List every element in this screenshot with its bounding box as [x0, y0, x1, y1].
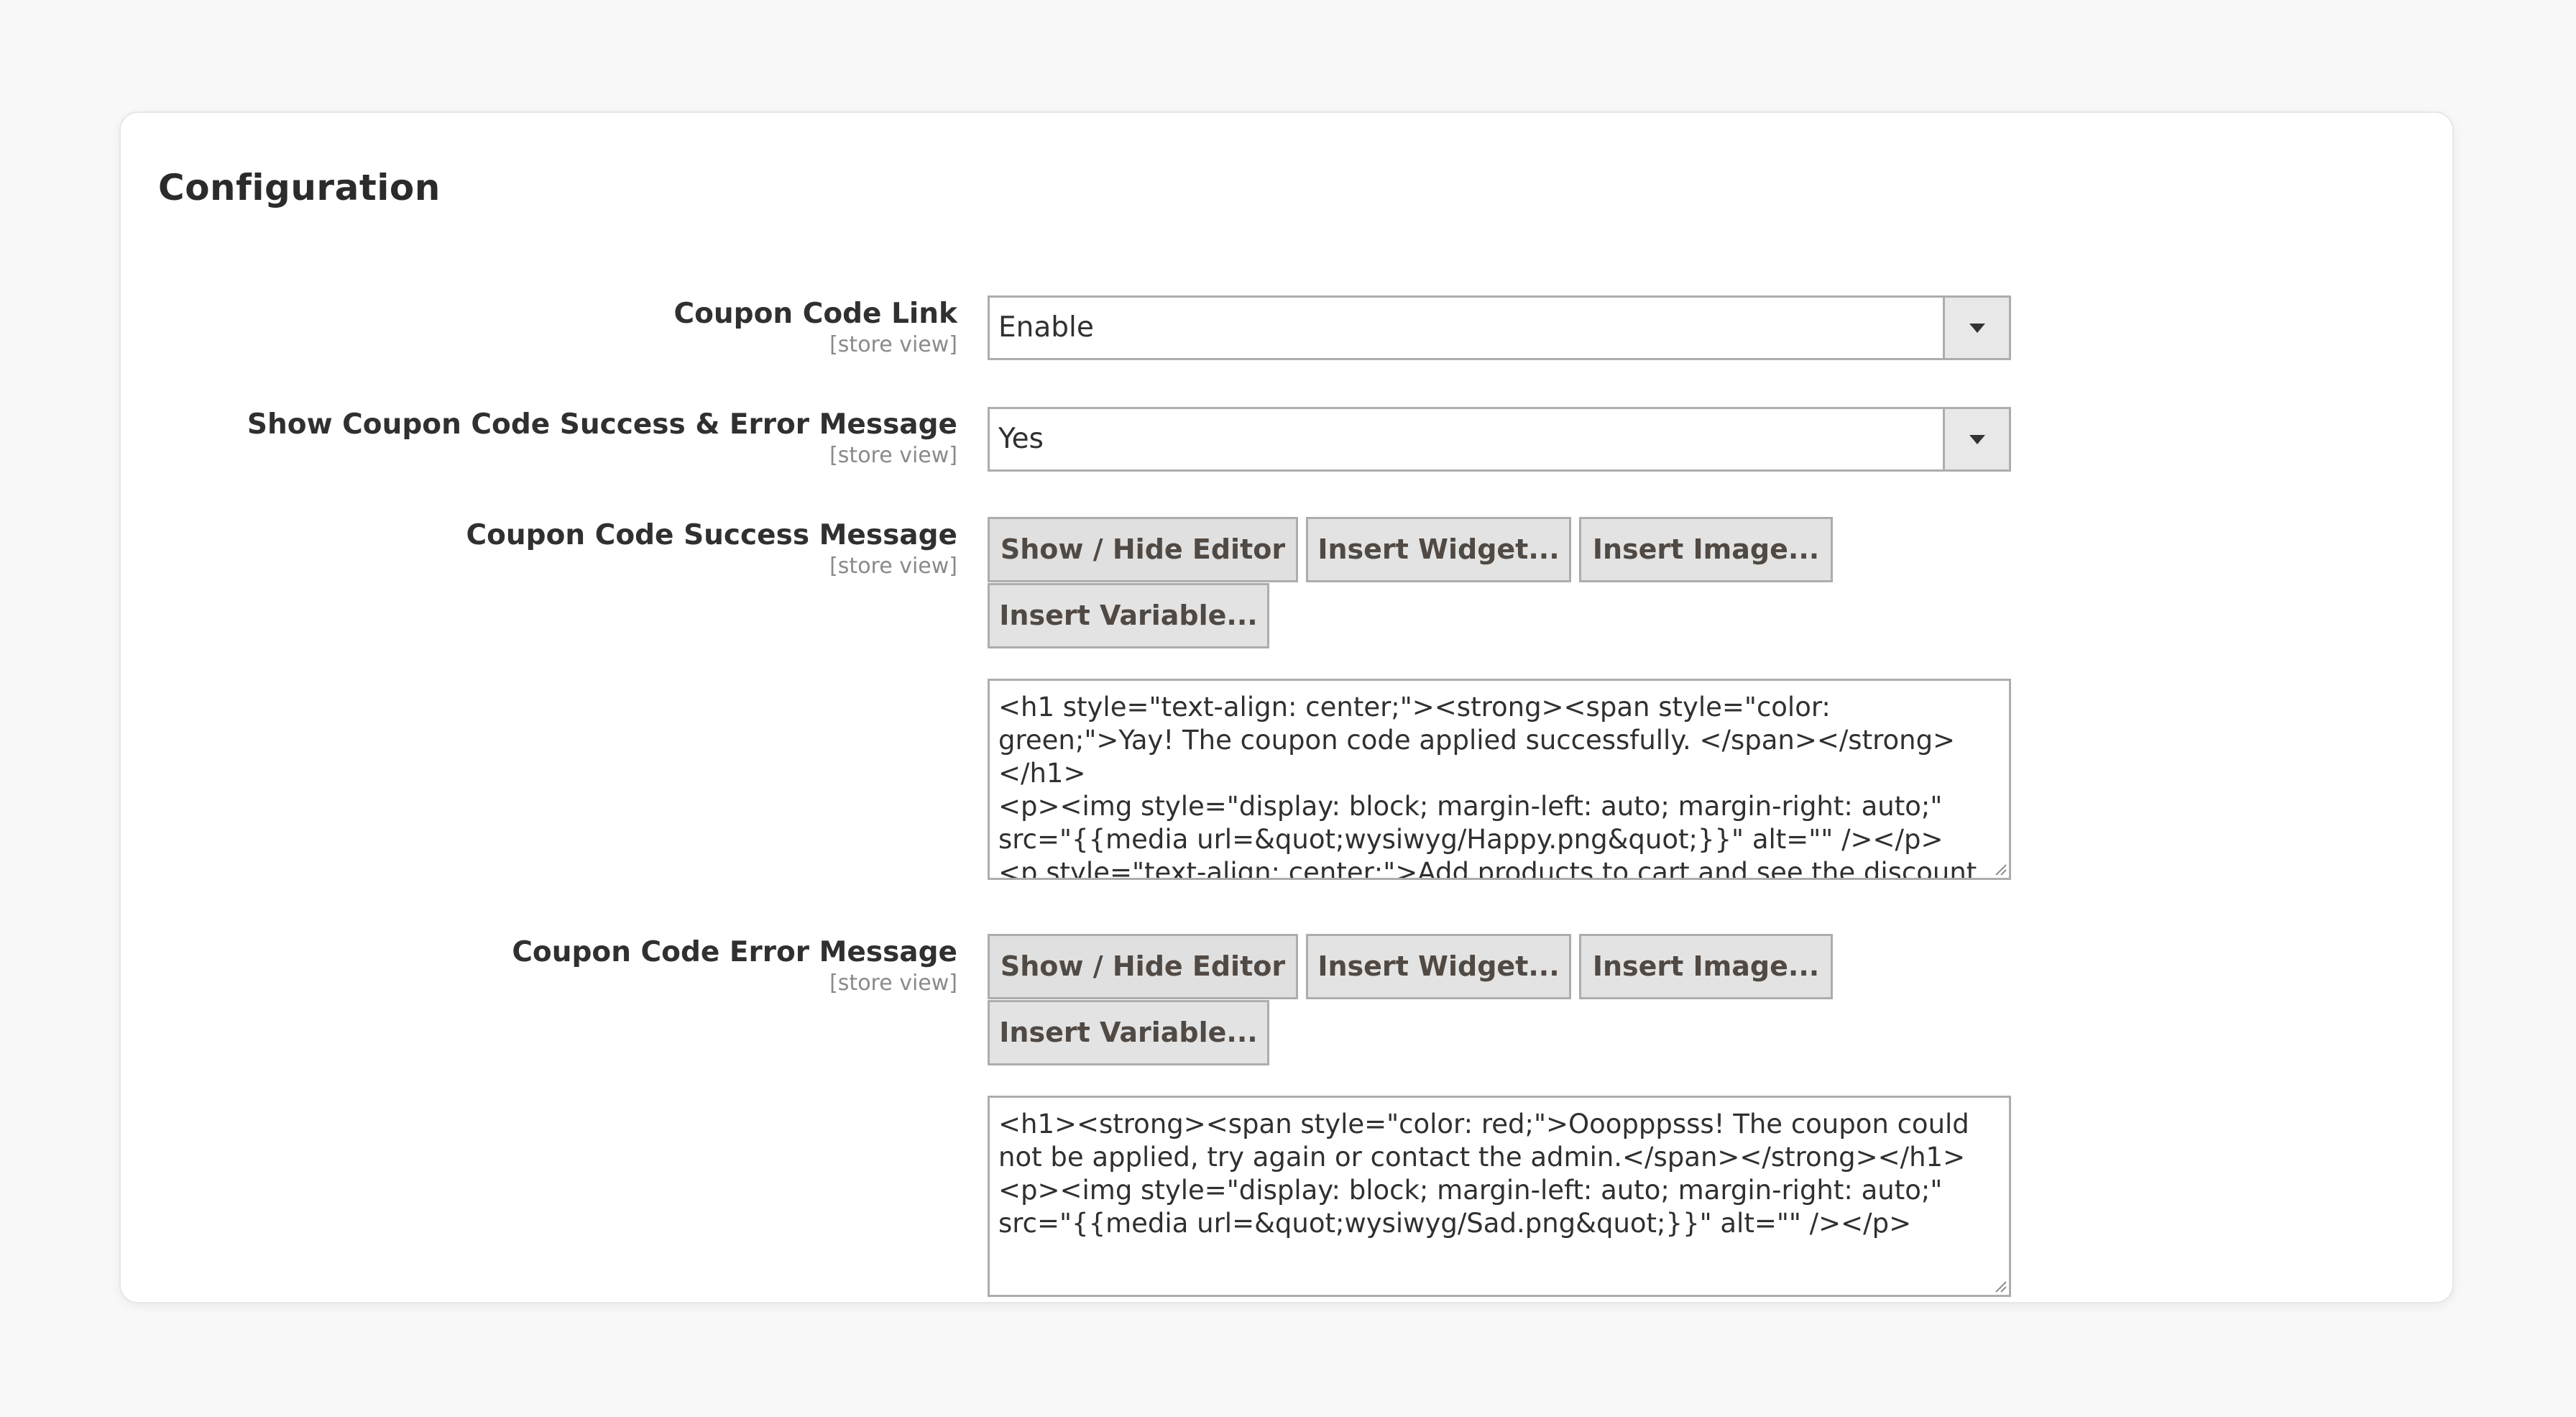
error-message-label: Coupon Code Error Message [512, 936, 957, 968]
show-messages-scope: [store view] [829, 443, 957, 468]
show-messages-label: Show Coupon Code Success & Error Message [247, 408, 957, 441]
error-insert-widget-button[interactable]: Insert Widget... [1306, 934, 1571, 999]
error-show-hide-editor-button[interactable]: Show / Hide Editor [988, 934, 1298, 999]
resize-grip-icon[interactable] [1993, 862, 2007, 876]
coupon-link-label: Coupon Code Link [673, 298, 957, 330]
coupon-link-select-value: Enable [998, 311, 1094, 344]
success-message-textarea[interactable]: <h1 style="text-align: center;"><strong>… [988, 679, 2011, 880]
success-insert-widget-button[interactable]: Insert Widget... [1306, 517, 1571, 582]
coupon-link-scope: [store view] [829, 332, 957, 357]
error-insert-image-button[interactable]: Insert Image... [1579, 934, 1833, 999]
error-message-textarea[interactable]: <h1><strong><span style="color: red;">Oo… [988, 1096, 2011, 1297]
success-message-scope: [store view] [829, 554, 957, 579]
chevron-down-icon [1969, 435, 1985, 444]
success-show-hide-editor-button[interactable]: Show / Hide Editor [988, 517, 1298, 582]
section-title: Configuration [158, 167, 441, 208]
resize-grip-icon[interactable] [1993, 1279, 2007, 1293]
error-message-content: <h1><strong><span style="color: red;">Oo… [998, 1109, 1969, 1239]
show-messages-select-toggle[interactable] [1943, 409, 2009, 469]
coupon-link-select[interactable]: Enable [988, 295, 2011, 360]
error-insert-variable-button[interactable]: Insert Variable... [988, 1000, 1269, 1065]
chevron-down-icon [1969, 324, 1985, 333]
error-message-scope: [store view] [829, 971, 957, 996]
show-messages-select[interactable]: Yes [988, 407, 2011, 472]
success-message-content: <h1 style="text-align: center;"><strong>… [998, 692, 1977, 880]
show-messages-select-value: Yes [998, 423, 1044, 455]
coupon-link-select-toggle[interactable] [1943, 298, 2009, 358]
success-insert-image-button[interactable]: Insert Image... [1579, 517, 1833, 582]
success-insert-variable-button[interactable]: Insert Variable... [988, 583, 1269, 648]
success-message-label: Coupon Code Success Message [466, 519, 957, 551]
